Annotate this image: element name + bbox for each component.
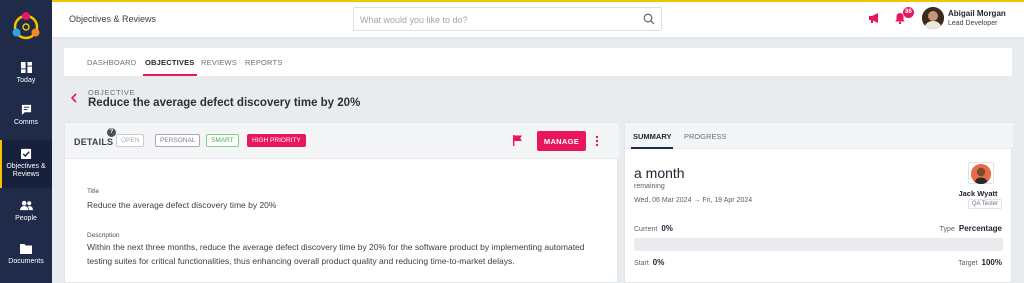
manage-button[interactable]: MANAGE: [537, 131, 586, 151]
status-tag-open: OPEN: [116, 134, 145, 147]
type-label: Type: [939, 226, 955, 233]
title-field-value: Reduce the average defect discovery time…: [87, 200, 277, 210]
start-value: 0%: [652, 258, 665, 267]
owner-role-badge: QA Tester: [968, 199, 1002, 209]
sidebar-item-label: People: [15, 215, 37, 222]
start-metric: Start 0%: [634, 258, 664, 267]
progress-bar: [634, 238, 1003, 251]
people-icon: [19, 200, 33, 211]
tab-progress[interactable]: PROGRESS: [684, 132, 727, 141]
current-value: 0%: [661, 224, 673, 233]
summary-tabs: SUMMARY PROGRESS: [625, 123, 1013, 149]
current-label: Current: [634, 226, 658, 233]
summary-card: SUMMARY PROGRESS a month remaining Wed, …: [624, 122, 1013, 283]
target-value: 100%: [981, 258, 1002, 267]
megaphone-icon[interactable]: [868, 12, 880, 24]
tab-reviews[interactable]: REVIEWS: [201, 58, 237, 67]
app-logo-icon[interactable]: [8, 9, 44, 45]
details-card: DETAILS ? OPEN PERSONAL SMART HIGH PRIOR…: [64, 122, 619, 283]
tab-summary[interactable]: SUMMARY: [630, 132, 675, 149]
sidebar-item-today[interactable]: Today: [0, 62, 52, 92]
search-box[interactable]: [353, 7, 662, 31]
folder-icon: [20, 244, 32, 254]
sidebar-item-people[interactable]: People: [0, 200, 52, 230]
checkbox-icon: [20, 148, 31, 159]
tag-personal: PERSONAL: [155, 134, 201, 147]
tag-smart: SMART: [206, 134, 239, 147]
type-metric: Type Percentage: [940, 224, 1002, 233]
user-role: Lead Developer: [948, 20, 998, 27]
user-avatar[interactable]: [922, 7, 944, 29]
tab-dashboard[interactable]: DASHBOARD: [87, 58, 136, 67]
chat-icon: [21, 104, 31, 115]
owner-name: Jack Wyatt: [958, 189, 998, 198]
sidebar-item-objectives-reviews[interactable]: Objectives & Reviews: [0, 140, 52, 188]
owner-avatar-image: [971, 164, 991, 184]
details-header: DETAILS ? OPEN PERSONAL SMART HIGH PRIOR…: [65, 123, 619, 159]
sidebar-item-label: Comms: [13, 119, 39, 126]
title-field-label: Title: [87, 188, 100, 195]
sidebar: Today Comms Objectives & Reviews People …: [0, 0, 52, 283]
dashboard-icon: [20, 62, 32, 73]
date-range: Wed, 06 Mar 2024 → Fri, 19 Apr 2024: [634, 197, 753, 204]
target-label: Target: [958, 260, 978, 267]
description-field-value: Within the next three months, reduce the…: [87, 242, 585, 266]
start-label: Start: [634, 260, 649, 267]
objective-title: Reduce the average defect discovery time…: [88, 97, 361, 109]
details-heading: DETAILS: [74, 137, 114, 147]
sidebar-item-label: Objectives & Reviews: [6, 163, 46, 178]
current-metric: Current 0%: [634, 224, 673, 233]
owner-avatar: [971, 164, 991, 184]
sidebar-item-documents[interactable]: Documents: [0, 243, 52, 273]
description-field-label: Description: [87, 232, 120, 239]
target-metric: Target 100%: [958, 258, 1002, 267]
top-header: Objectives & Reviews 86 Abigail Morgan L…: [52, 2, 1024, 38]
owner-avatar-frame[interactable]: [968, 162, 994, 184]
type-value: Percentage: [958, 224, 1002, 233]
section-tabs: DASHBOARD OBJECTIVES REVIEWS REPORTS: [64, 48, 1012, 76]
tab-objectives[interactable]: OBJECTIVES: [143, 58, 197, 76]
objective-label: OBJECTIVE: [88, 88, 136, 97]
back-chevron-icon[interactable]: [70, 93, 78, 103]
search-icon[interactable]: [643, 13, 655, 25]
sidebar-item-label: Documents: [8, 258, 44, 265]
user-name: Abigail Morgan: [948, 9, 1006, 18]
tab-reports[interactable]: REPORTS: [245, 58, 283, 67]
sidebar-item-comms[interactable]: Comms: [0, 104, 52, 134]
flag-icon[interactable]: [513, 135, 523, 146]
help-icon[interactable]: ?: [107, 128, 116, 137]
notification-badge: 86: [903, 7, 914, 18]
duration-value: a month: [634, 165, 685, 181]
more-options-icon[interactable]: [595, 135, 599, 147]
page-title: Objectives & Reviews: [69, 14, 157, 24]
sidebar-item-label: Today: [16, 77, 36, 84]
user-avatar-image: [922, 7, 944, 29]
remaining-label: remaining: [634, 183, 665, 190]
search-input[interactable]: [360, 12, 630, 27]
tag-high-priority: HIGH PRIORITY: [247, 134, 306, 147]
